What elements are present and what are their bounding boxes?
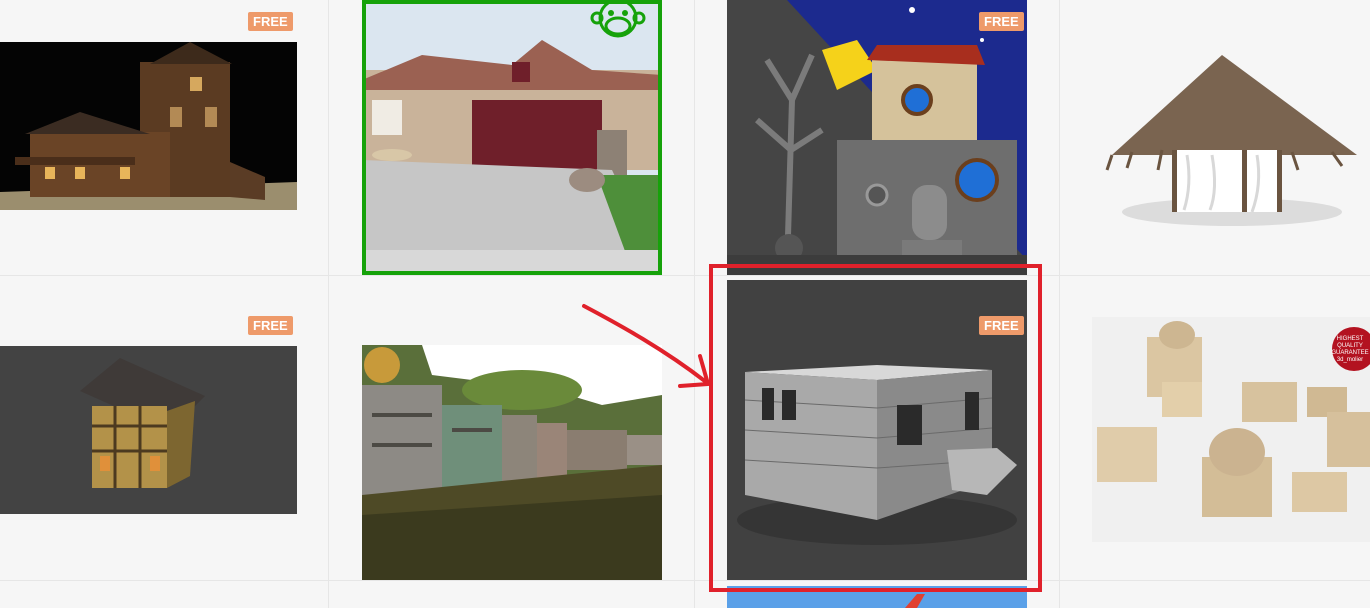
monkey-logo-icon [583, 0, 653, 44]
grid-divider [1059, 0, 1060, 608]
house-image [0, 42, 297, 210]
partial-image [727, 586, 1027, 608]
hut-image [1092, 40, 1370, 240]
town-image [362, 345, 662, 580]
free-badge: FREE [979, 12, 1024, 31]
free-badge: FREE [248, 12, 293, 31]
model-thumbnail-western-town[interactable] [362, 345, 662, 580]
village-image [1092, 317, 1370, 542]
model-thumbnail-partial[interactable] [727, 586, 1027, 608]
seal-text: HIGHEST QUALITY GUARANTEE 3d_molier [1331, 336, 1369, 363]
model-thumbnail-thatched-hut[interactable] [1092, 40, 1370, 240]
grid-divider [328, 0, 329, 608]
model-thumbnail-desert-village[interactable] [1092, 317, 1370, 542]
grid-divider [694, 0, 695, 608]
model-thumbnail-halloween-house[interactable] [727, 0, 1027, 275]
house-image [0, 346, 297, 514]
free-badge: FREE [248, 316, 293, 335]
model-thumbnail-timber-house[interactable] [0, 346, 297, 514]
grid-divider [0, 275, 1370, 276]
grid-divider [0, 580, 1370, 581]
free-badge: FREE [979, 316, 1024, 335]
model-thumbnail-western-house[interactable] [0, 42, 297, 210]
quality-seal-icon: HIGHEST QUALITY GUARANTEE 3d_molier [1330, 322, 1370, 372]
house-image [727, 0, 1027, 275]
